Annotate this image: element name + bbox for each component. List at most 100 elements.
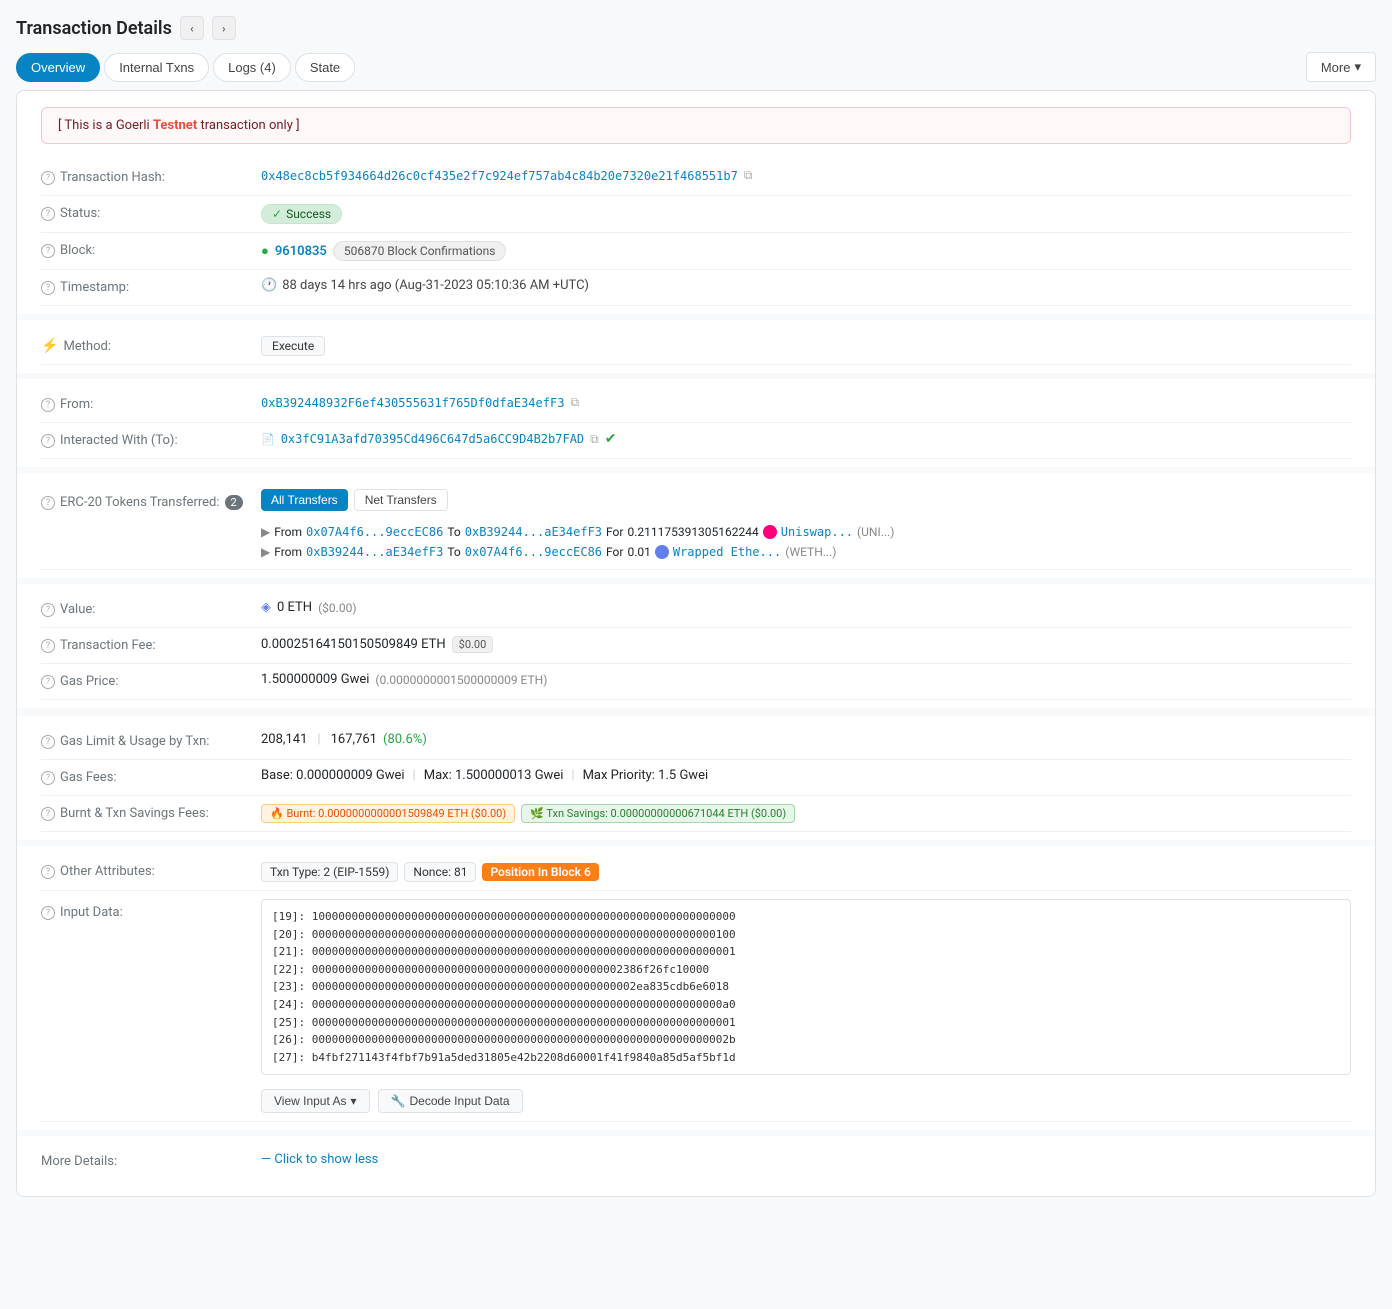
gas-limit-label: Gas Limit & Usage by Txn: <box>60 734 209 749</box>
interacted-with-address[interactable]: 0x3fC91A3afd70395Cd496C647d5a6CC9D4B2b7F… <box>281 432 584 446</box>
transfer-to-1[interactable]: 0xB39244...aE34efF3 <box>465 525 602 539</box>
info-icon: ? <box>41 639 55 653</box>
gas-max: Max: 1.500000013 Gwei <box>424 768 564 783</box>
info-icon: ? <box>41 398 55 412</box>
tab-logs[interactable]: Logs (4) <box>213 53 291 82</box>
gas-used-value: 167,761 <box>331 732 377 747</box>
gas-limit-value: 208,141 <box>261 732 307 747</box>
input-data-box: [19]: 1000000000000000000000000000000000… <box>261 899 1351 1075</box>
all-transfers-button[interactable]: All Transfers <box>261 489 348 511</box>
transfer-arrow-1: ▶ <box>261 525 270 539</box>
input-line-22: [22]: 0000000000000000000000000000000000… <box>272 961 1340 979</box>
info-icon: ? <box>41 281 55 295</box>
transfer-to-2[interactable]: 0x07A4f6...9eccEC86 <box>465 545 602 559</box>
input-line-20: [20]: 0000000000000000000000000000000000… <box>272 926 1340 944</box>
transfer-from-1[interactable]: 0x07A4f6...9eccEC86 <box>306 525 443 539</box>
method-row: ⚡ Method: Execute <box>41 328 1351 365</box>
savings-badge: 🌿 Txn Savings: 0.00000000000671044 ETH (… <box>521 804 795 823</box>
copy-from-icon[interactable]: ⧉ <box>570 395 579 410</box>
block-confirmations: 506870 Block Confirmations <box>333 241 507 261</box>
tab-state[interactable]: State <box>295 53 355 82</box>
info-icon: ? <box>41 244 55 258</box>
tx-fee-usd: $0.00 <box>452 636 494 653</box>
block-check-icon: ● <box>261 243 269 259</box>
chevron-down-icon: ▾ <box>351 1094 357 1108</box>
info-icon: ? <box>41 807 55 821</box>
page-title: Transaction Details <box>16 18 172 39</box>
more-button[interactable]: More ▾ <box>1306 52 1376 82</box>
info-icon: ? <box>41 735 55 749</box>
tx-hash-value[interactable]: 0x48ec8cb5f934664d26c0cf435e2f7c924ef757… <box>261 169 738 183</box>
more-details-row: More Details: — Click to show less <box>41 1144 1351 1180</box>
nav-prev-button[interactable]: ‹ <box>180 16 204 40</box>
erc20-count: 2 <box>225 495 243 510</box>
uniswap-token-icon <box>763 525 777 539</box>
tab-internal-txns[interactable]: Internal Txns <box>104 53 209 82</box>
input-line-19: [19]: 1000000000000000000000000000000000… <box>272 908 1340 926</box>
info-icon: ? <box>41 496 55 510</box>
gas-price-eth: (0.0000000001500000009 ETH) <box>375 673 547 687</box>
main-card: [ This is a Goerli Testnet transaction o… <box>16 90 1376 1197</box>
input-actions: View Input As ▾ 🔧 Decode Input Data <box>261 1089 523 1113</box>
info-icon: ? <box>41 675 55 689</box>
transfer-arrow-2: ▶ <box>261 545 270 559</box>
weth-token-icon <box>655 545 669 559</box>
show-less-link[interactable]: — Click to show less <box>261 1152 378 1167</box>
from-row: ? From: 0xB392448932F6ef430555631f765Df0… <box>41 387 1351 423</box>
tx-hash-label: Transaction Hash: <box>60 170 165 185</box>
status-badge: ✓ Success <box>261 204 342 224</box>
block-label: Block: <box>60 243 95 258</box>
more-details-label: More Details: <box>41 1154 117 1169</box>
chevron-down-icon: ▾ <box>1354 59 1361 75</box>
input-line-23: [23]: 0000000000000000000000000000000000… <box>272 978 1340 996</box>
timestamp-row: ? Timestamp: 🕐 88 days 14 hrs ago (Aug-3… <box>41 270 1351 306</box>
net-transfers-button[interactable]: Net Transfers <box>354 489 448 511</box>
block-number[interactable]: 9610835 <box>275 244 327 259</box>
input-line-21: [21]: 0000000000000000000000000000000000… <box>272 943 1340 961</box>
transfer-amount-1: 0.211175391305162244 <box>627 525 758 539</box>
timestamp-value: 🕐 88 days 14 hrs ago (Aug-31-2023 05:10:… <box>261 278 589 293</box>
testnet-alert: [ This is a Goerli Testnet transaction o… <box>41 107 1351 144</box>
eth-icon: ◈ <box>261 600 271 615</box>
block-row: ? Block: ● 9610835 506870 Block Confirma… <box>41 233 1351 270</box>
info-icon: ? <box>41 207 55 221</box>
copy-hash-icon[interactable]: ⧉ <box>744 168 753 183</box>
gas-max-priority: Max Priority: 1.5 Gwei <box>583 768 709 783</box>
token-name-2[interactable]: Wrapped Ethe... <box>673 545 781 559</box>
tabs-left: Overview Internal Txns Logs (4) State <box>16 53 355 82</box>
lightning-icon: ⚡ <box>41 338 58 354</box>
gas-fees-label: Gas Fees: <box>60 770 117 785</box>
from-address[interactable]: 0xB392448932F6ef430555631f765Df0dfaE34ef… <box>261 396 564 410</box>
txn-type-badge: Txn Type: 2 (EIP-1559) <box>261 862 398 882</box>
input-line-26: [26]: 0000000000000000000000000000000000… <box>272 1031 1340 1049</box>
tx-fee-row: ? Transaction Fee: 0.0002516415015050984… <box>41 628 1351 664</box>
value-eth: 0 ETH <box>277 600 312 615</box>
token-name-1[interactable]: Uniswap... <box>781 525 853 539</box>
nav-next-button[interactable]: › <box>212 16 236 40</box>
from-label: From: <box>60 397 93 412</box>
input-line-25: [25]: 0000000000000000000000000000000000… <box>272 1014 1340 1032</box>
info-icon: ? <box>41 771 55 785</box>
tab-overview[interactable]: Overview <box>16 53 100 82</box>
check-icon: ✓ <box>272 207 282 221</box>
info-icon: ? <box>41 434 55 448</box>
decode-input-data-button[interactable]: 🔧 Decode Input Data <box>378 1089 523 1113</box>
view-input-as-button[interactable]: View Input As ▾ <box>261 1089 370 1113</box>
interacted-with-row: ? Interacted With (To): 📄 0x3fC91A3afd70… <box>41 423 1351 459</box>
transfer-row-1: ▶ From 0x07A4f6...9eccEC86 To 0xB39244..… <box>261 525 894 539</box>
input-data-label: Input Data: <box>60 905 123 920</box>
tabs-bar: Overview Internal Txns Logs (4) State Mo… <box>16 52 1376 82</box>
transfer-from-2[interactable]: 0xB39244...aE34efF3 <box>306 545 443 559</box>
info-icon: ? <box>41 603 55 617</box>
transfers-section: ▶ From 0x07A4f6...9eccEC86 To 0xB39244..… <box>261 523 894 561</box>
position-badge: Position In Block 6 <box>482 863 598 881</box>
input-data-row: ? Input Data: [19]: 10000000000000000000… <box>41 891 1351 1122</box>
burnt-badge: 🔥 Burnt: 0.0000000000001509849 ETH ($0.0… <box>261 804 515 823</box>
info-icon: ? <box>41 171 55 185</box>
gas-fees-row: ? Gas Fees: Base: 0.000000009 Gwei | Max… <box>41 760 1351 796</box>
info-icon: ? <box>41 906 55 920</box>
copy-interacted-icon[interactable]: ⧉ <box>590 432 599 447</box>
transfer-amount-2: 0.01 <box>627 545 650 559</box>
value-usd: ($0.00) <box>318 601 356 615</box>
input-line-24: [24]: 0000000000000000000000000000000000… <box>272 996 1340 1014</box>
